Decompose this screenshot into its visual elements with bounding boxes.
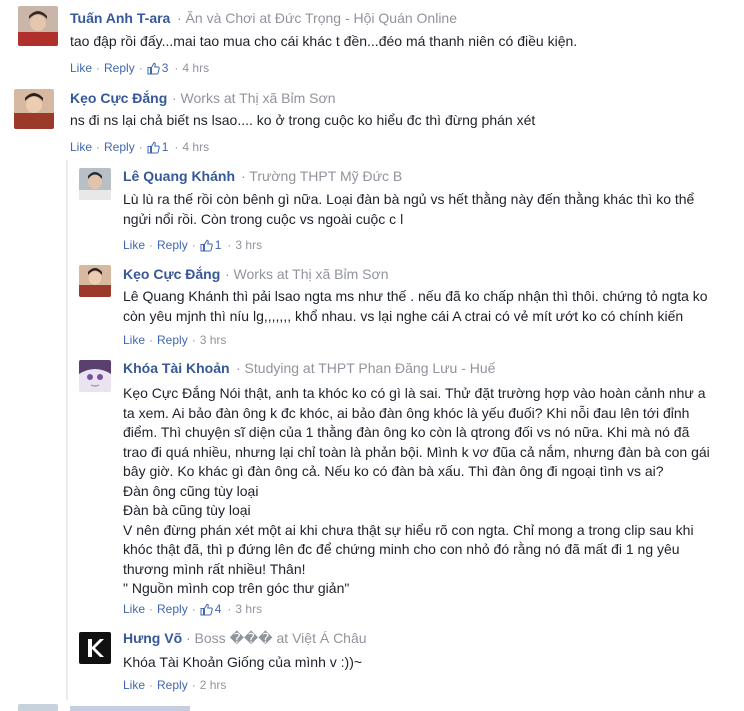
- commenter-name[interactable]: Hưng Võ: [123, 630, 182, 646]
- comment-actions: Like · Reply · 3 · 4 hrs: [70, 61, 210, 75]
- comment-actions: Like · Reply · 1 · 3 hrs: [123, 238, 263, 252]
- next-comment-avatar-partial: [18, 704, 58, 711]
- comment-text: Khóa Tài Khoản Giống của mình v :))~: [123, 654, 363, 670]
- reply-item: Kẹo Cực Đắng · Works at Thị xã Bỉm Sơn L…: [0, 256, 744, 352]
- like-count[interactable]: 4: [215, 602, 222, 616]
- next-comment-name-partial: [70, 706, 190, 711]
- reply-link[interactable]: Reply: [157, 238, 188, 252]
- avatar[interactable]: [14, 89, 54, 129]
- comment-text: ns đi ns lại chả biết ns lsao.... ko ở t…: [70, 112, 536, 128]
- comment-time[interactable]: 4 hrs: [182, 140, 209, 154]
- thumbs-up-icon[interactable]: [200, 603, 213, 616]
- comment-actions: Like · Reply · 1 · 4 hrs: [70, 140, 210, 154]
- comment-time[interactable]: 3 hrs: [235, 602, 262, 616]
- avatar[interactable]: [79, 265, 111, 297]
- like-link[interactable]: Like: [123, 678, 145, 692]
- like-link[interactable]: Like: [123, 602, 145, 616]
- commenter-meta: · Ăn và Chơi at Đức Trọng - Hội Quán Onl…: [177, 10, 457, 26]
- avatar[interactable]: [79, 360, 111, 392]
- comment-text: Kẹo Cực Đắng Nói thật, anh ta khóc ko có…: [123, 385, 710, 596]
- commenter-name[interactable]: Lê Quang Khánh: [123, 168, 235, 184]
- comment-item: Kẹo Cực Đắng · Works at Thị xã Bỉm Sơn n…: [0, 82, 744, 162]
- reply-item: Khóa Tài Khoản · Studying at THPT Phan Đ…: [0, 352, 744, 624]
- comment-time[interactable]: 4 hrs: [182, 61, 209, 75]
- commenter-meta: · Works at Thị xã Bỉm Sơn: [225, 266, 389, 282]
- like-count[interactable]: 1: [215, 238, 222, 252]
- reply-item: Lê Quang Khánh · Trường THPT Mỹ Đức B Lù…: [0, 160, 744, 256]
- like-count[interactable]: 3: [162, 61, 169, 75]
- avatar[interactable]: [79, 632, 111, 664]
- commenter-name[interactable]: Tuấn Anh T-ara: [70, 10, 170, 26]
- thumbs-up-icon[interactable]: [147, 62, 160, 75]
- comment-text: Lê Quang Khánh thì pải lsao ngta ms như …: [123, 288, 708, 324]
- comment-text: Lù lù ra thế rồi còn bênh gì nữa. Loại đ…: [123, 191, 695, 227]
- commenter-meta: · Trường THPT Mỹ Đức B: [241, 168, 403, 184]
- commenter-name[interactable]: Kẹo Cực Đắng: [70, 90, 167, 106]
- comment-time[interactable]: 3 hrs: [200, 333, 227, 347]
- avatar[interactable]: [18, 6, 58, 46]
- comment-time[interactable]: 2 hrs: [200, 678, 227, 692]
- like-link[interactable]: Like: [70, 61, 92, 75]
- comment-actions: Like · Reply · 4 · 3 hrs: [123, 602, 263, 616]
- comment-actions: Like · Reply · 2 hrs: [123, 678, 227, 692]
- reply-item: Hưng Võ · Boss ��� at Việt Á Châu Khóa T…: [0, 624, 744, 700]
- comment-item: Tuấn Anh T-ara · Ăn và Chơi at Đức Trọng…: [0, 0, 744, 82]
- like-count[interactable]: 1: [162, 140, 169, 154]
- comment-time[interactable]: 3 hrs: [235, 238, 262, 252]
- thumbs-up-icon[interactable]: [147, 141, 160, 154]
- commenter-meta: · Works at Thị xã Bỉm Sơn: [172, 90, 336, 106]
- reply-link[interactable]: Reply: [104, 140, 135, 154]
- commenter-name[interactable]: Khóa Tài Khoản: [123, 360, 230, 376]
- reply-link[interactable]: Reply: [157, 678, 188, 692]
- reply-link[interactable]: Reply: [157, 333, 188, 347]
- thumbs-up-icon[interactable]: [200, 239, 213, 252]
- reply-link[interactable]: Reply: [157, 602, 188, 616]
- like-link[interactable]: Like: [123, 238, 145, 252]
- commenter-name[interactable]: Kẹo Cực Đắng: [123, 266, 220, 282]
- comment-text: tao đập rồi đấy...mai tao mua cho cái kh…: [70, 33, 578, 49]
- commenter-meta: · Studying at THPT Phan Đăng Lưu - Huế: [236, 360, 496, 376]
- avatar[interactable]: [79, 168, 111, 200]
- reply-link[interactable]: Reply: [104, 61, 135, 75]
- like-link[interactable]: Like: [70, 140, 92, 154]
- like-link[interactable]: Like: [123, 333, 145, 347]
- commenter-meta: · Boss ��� at Việt Á Châu: [186, 630, 367, 646]
- comment-actions: Like · Reply · 3 hrs: [123, 333, 227, 347]
